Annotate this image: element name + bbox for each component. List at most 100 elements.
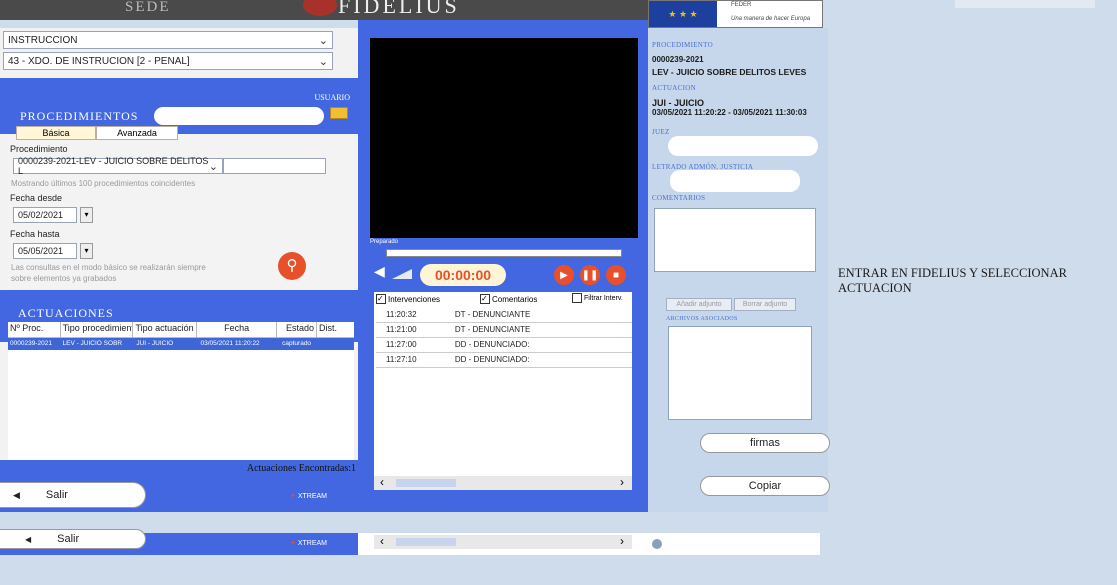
salir-button[interactable]: ◀ Salir — [0, 529, 146, 549]
calendar-dropdown-icon[interactable]: ▾ — [80, 243, 93, 259]
arrow-left-icon: ◀ — [25, 534, 32, 544]
scroll-right-icon[interactable]: › — [620, 475, 624, 489]
procedimiento-number: 0000239-2021 — [652, 55, 704, 64]
bottom-scrollbar[interactable]: ‹ › — [374, 534, 632, 549]
actuacion-label: ACTUACION — [652, 84, 696, 92]
column-header[interactable]: Tipo procedimiento — [61, 322, 134, 337]
column-header[interactable]: Estado — [277, 322, 318, 337]
checkbox-icon — [572, 293, 582, 303]
play-icon[interactable]: ▶ — [554, 265, 574, 285]
fecha-desde-input[interactable]: 05/02/2021 — [13, 207, 77, 223]
salir-button[interactable]: ◀ Salir — [0, 482, 146, 508]
scroll-left-icon[interactable]: ‹ — [380, 475, 384, 489]
juez-label: JUEZ — [652, 128, 670, 136]
column-header[interactable]: Nº Proc. — [8, 322, 61, 337]
pause-icon[interactable]: ❚❚ — [580, 265, 600, 285]
firmas-button[interactable]: firmas — [700, 433, 830, 453]
instruction-text: ENTRAR EN FIDELIUS Y SELECCIONAR ACTUACI… — [838, 266, 1067, 295]
checkbox-checked-icon: ✓ — [376, 294, 386, 304]
procedimiento-label: Procedimiento — [10, 144, 68, 154]
xtream-icon: ✦ — [290, 493, 296, 500]
check-intervenciones[interactable]: ✓ Intervenciones — [376, 294, 440, 304]
calendar-dropdown-icon[interactable]: ▾ — [80, 207, 93, 223]
comentarios-label: COMENTARIOS — [652, 194, 706, 202]
feder-label: FEDER — [731, 2, 752, 8]
top-right-strip — [955, 0, 1095, 8]
mostrando-text: Mostrando últimos 100 procedimientos coi… — [11, 179, 196, 188]
scroll-left-icon[interactable]: ‹ — [380, 534, 384, 548]
fidelius-header: FIDELIUS — [303, 0, 648, 20]
tab-basica[interactable]: Básica — [16, 126, 96, 140]
xtream-icon: ✦ — [290, 540, 296, 547]
actuacion-type: JUI - JUICIO — [652, 98, 705, 108]
sede-label: SEDE — [125, 0, 171, 15]
chevron-down-icon: ⌄ — [318, 55, 328, 68]
bottom-left-strip: ◀ Salir ✦ XTREAM — [0, 529, 358, 555]
procedimiento-label: PROCEDIMIENTO — [652, 41, 713, 49]
procedimiento-select[interactable]: 0000239-2021-LEV - JUICIO SOBRE DELITOS … — [13, 156, 223, 176]
arrow-left-icon: ◀ — [13, 489, 20, 500]
check-filtrar[interactable]: Filtrar Interv. — [572, 293, 623, 303]
scroll-thumb[interactable] — [396, 538, 456, 546]
stop-icon[interactable]: ■ — [606, 265, 626, 285]
column-header[interactable]: Tipo actuación — [133, 322, 198, 337]
letrado-value — [670, 170, 800, 192]
scroll-right-icon[interactable]: › — [620, 534, 624, 548]
checkbox-checked-icon: ✓ — [480, 294, 490, 304]
usuario-field — [154, 107, 324, 125]
table-header: Nº Proc. Tipo procedimiento Tipo actuaci… — [8, 322, 354, 338]
juez-value — [668, 136, 818, 156]
copiar-button[interactable]: Copiar — [700, 476, 830, 496]
archivos-asociados-label: ARCHIVOS ASOCIADOS — [666, 316, 738, 322]
volume-slider[interactable] — [392, 269, 412, 279]
gear-icon[interactable] — [650, 537, 664, 551]
actuaciones-encontradas: Actuaciones Encontradas:1 — [246, 463, 356, 474]
check-comentarios[interactable]: ✓ Comentarios — [480, 294, 537, 304]
fecha-hasta-label: Fecha hasta — [10, 229, 60, 239]
column-header[interactable]: Dist. — [317, 322, 354, 337]
juzgado-select[interactable]: 43 - XDO. DE INSTRUCION [2 - PENAL] ⌄ — [3, 52, 333, 70]
xtream-logo: ✦ XTREAM — [290, 493, 327, 500]
player-panel: Preparado ◀ 00:00:00 ▶ ❚❚ ■ ✓ Intervenci… — [358, 20, 648, 512]
scroll-thumb[interactable] — [396, 479, 456, 487]
anadir-adjunto-button[interactable]: Añadir adjunto — [666, 298, 732, 311]
intervention-row[interactable]: 11:27:00 DD - DENUNCIADO: — [376, 338, 632, 353]
procedimientos-title: PROCEDIMIENTOS — [20, 109, 139, 123]
tab-avanzada[interactable]: Avanzada — [96, 126, 178, 140]
procedimiento-filter-input[interactable] — [223, 158, 326, 174]
table-row[interactable]: 0000239-2021 LEV - JUICIO SOBR JUI - JUI… — [8, 338, 354, 350]
intervention-row[interactable]: 11:27:10 DD - DENUNCIADO: — [376, 353, 632, 368]
actuaciones-title: ACTUACIONES — [18, 306, 114, 320]
search-icon[interactable]: ⚲ — [278, 252, 306, 280]
left-panel: INSTRUCCION ⌄ 43 - XDO. DE INSTRUCION [2 … — [0, 28, 358, 512]
eu-caption: Una manera de hacer Europa — [731, 16, 811, 22]
preparado-label: Preparado — [370, 239, 399, 245]
intervention-row[interactable]: 11:21:00 DT - DENUNCIANTE — [376, 323, 632, 338]
eu-banner: ★ ★ ★ FEDER Una manera de hacer Europa — [648, 0, 823, 28]
procedimiento-description: LEV - JUICIO SOBRE DELITOS LEVES — [652, 67, 807, 77]
footer-band: Actuaciones Encontradas:1 ◀ Salir ✦ XTRE… — [0, 460, 358, 512]
fecha-desde-label: Fecha desde — [10, 193, 63, 203]
column-header[interactable]: Fecha — [197, 322, 278, 337]
details-panel: PROCEDIMIENTO 0000239-2021 LEV - JUICIO … — [648, 28, 830, 512]
usuario-label: USUARIO — [314, 93, 350, 102]
horizontal-scrollbar[interactable]: ‹ › — [374, 475, 632, 490]
fecha-hasta-input[interactable]: 05/05/2021 — [13, 243, 77, 259]
comentarios-textarea[interactable] — [654, 208, 816, 272]
volume-icon[interactable]: ◀ — [374, 263, 385, 280]
video-area — [370, 38, 638, 238]
search-box: Básica Avanzada Procedimiento 0000239-20… — [8, 126, 354, 290]
chevron-down-icon: ⌄ — [208, 160, 218, 173]
fidelius-logo: FIDELIUS — [338, 0, 460, 18]
timecode-display: 00:00:00 — [420, 264, 506, 286]
progress-slider[interactable] — [386, 249, 622, 257]
borrar-adjunto-button[interactable]: Borrar adjunto — [734, 298, 796, 311]
interventions-list: ✓ Intervenciones ✓ Comentarios Filtrar I… — [374, 292, 632, 490]
modo-basico-hint: Las consultas en el modo básico se reali… — [11, 263, 206, 283]
eu-flag-icon: ★ ★ ★ — [649, 1, 717, 27]
instruccion-select[interactable]: INSTRUCCION ⌄ — [3, 31, 333, 49]
actuaciones-table: Nº Proc. Tipo procedimiento Tipo actuaci… — [8, 322, 354, 472]
user-card-icon[interactable] — [330, 107, 348, 119]
intervention-row[interactable]: 11:20:32 DT - DENUNCIANTE — [376, 308, 632, 323]
archivos-list[interactable] — [668, 326, 812, 420]
